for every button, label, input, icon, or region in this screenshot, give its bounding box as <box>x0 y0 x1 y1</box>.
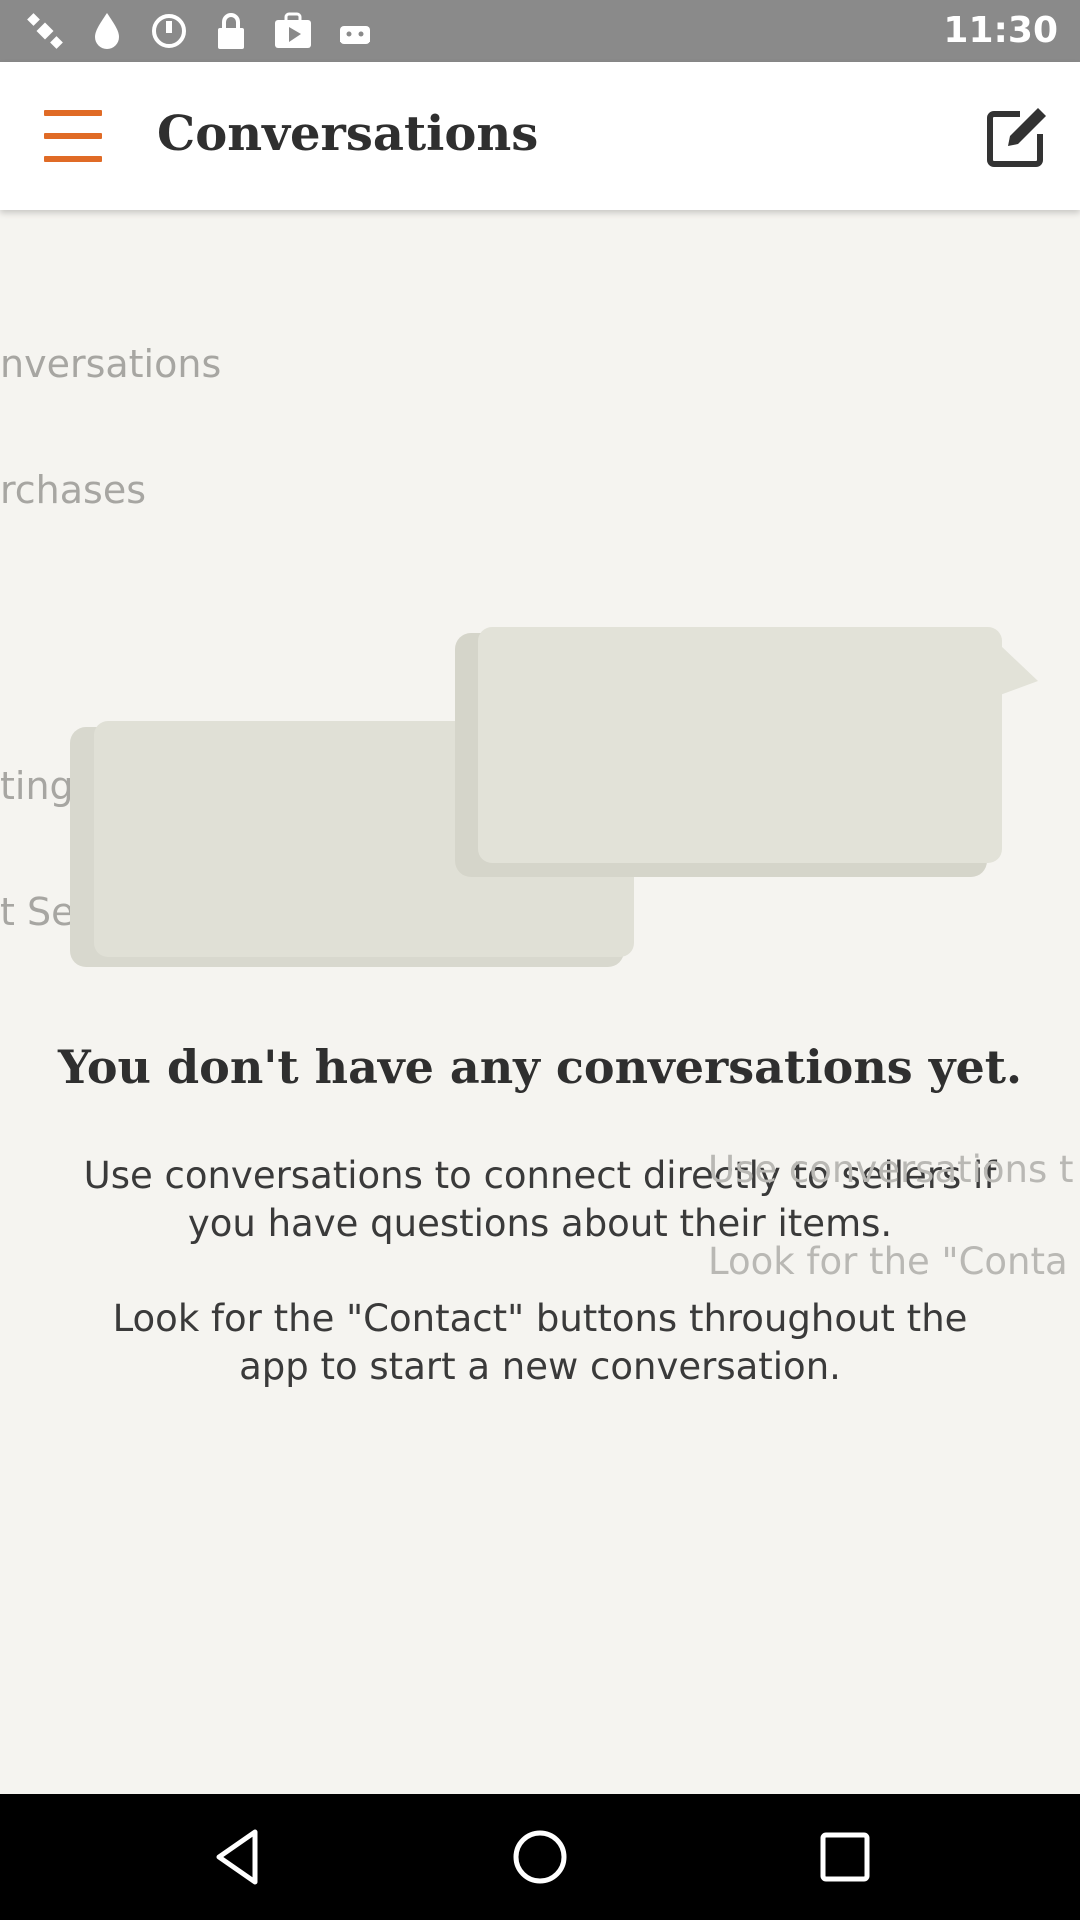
status-bar: 11:30 <box>0 0 1080 62</box>
compose-icon[interactable] <box>980 102 1052 174</box>
play-store-icon <box>270 8 316 54</box>
app-bar: Conversations <box>0 62 1080 210</box>
empty-state-title: You don't have any conversations yet. <box>58 1040 1022 1094</box>
status-time: 11:30 <box>943 10 1058 51</box>
back-icon[interactable] <box>209 1826 271 1888</box>
chat-bubbles-illustration <box>60 625 1040 975</box>
navigation-bar <box>0 1794 1080 1920</box>
satellite-icon <box>22 8 68 54</box>
drawer-item-purchases[interactable]: rchases <box>0 468 146 512</box>
home-icon[interactable] <box>509 1826 571 1888</box>
android-icon <box>332 8 378 54</box>
page-title: Conversations <box>157 106 539 162</box>
timer-icon <box>146 8 192 54</box>
ghost-text-line-1: Use conversations t <box>708 1148 1074 1191</box>
drawer-item-conversations[interactable]: nversations <box>0 342 221 386</box>
empty-state-line-4: app to start a new conversation. <box>239 1345 841 1388</box>
recents-icon[interactable] <box>814 1826 876 1888</box>
ghost-text-line-2: Look for the "Conta <box>708 1240 1068 1283</box>
water-drop-icon <box>84 8 130 54</box>
lock-icon <box>208 8 254 54</box>
status-icons <box>22 8 378 54</box>
hamburger-menu-icon[interactable] <box>44 110 102 162</box>
empty-state-line-3: Look for the "Contact" buttons throughou… <box>112 1297 968 1340</box>
